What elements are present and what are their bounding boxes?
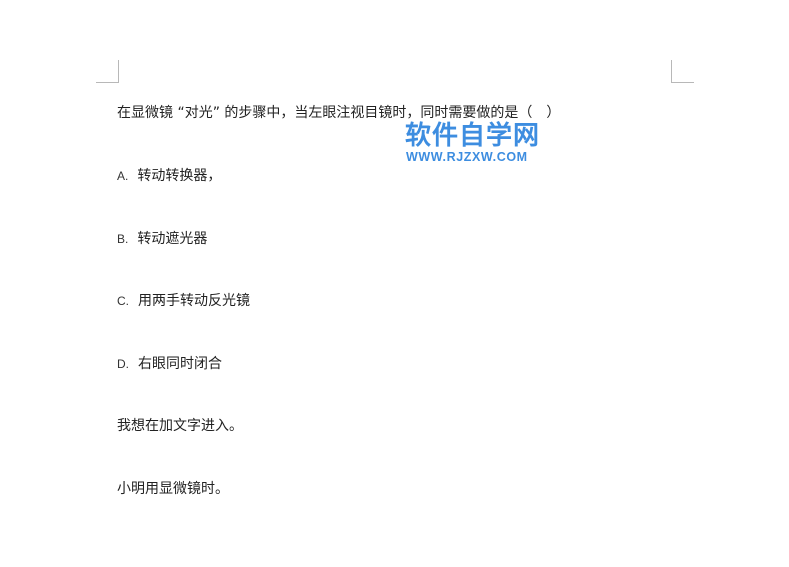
question-text: 在显微镜 “对光” 的步骤中，当左眼注视目镜时，同时需要做的是（ ）	[117, 105, 561, 121]
top-left-crop-mark	[96, 60, 119, 83]
paragraph-1[interactable]: 我想在加文字进入。	[117, 417, 243, 435]
option-c-text: 用两手转动反光镜	[138, 293, 250, 309]
paragraph-1-text: 我想在加文字进入。	[117, 418, 243, 434]
paragraph-2[interactable]: 小明用显微镜时。	[117, 480, 229, 498]
document-page: 在显微镜 “对光” 的步骤中，当左眼注视目镜时，同时需要做的是（ ） A. 转动转…	[0, 0, 789, 567]
watermark-url: WWW.RJZXW.COM	[406, 150, 528, 164]
paragraph-2-text: 小明用显微镜时。	[117, 481, 229, 497]
top-right-crop-mark	[671, 60, 694, 83]
option-b-letter: B.	[117, 232, 129, 246]
option-b[interactable]: B. 转动遮光器	[117, 230, 207, 248]
site-watermark: 软件自学网 WWW.RJZXW.COM	[405, 122, 555, 164]
option-a[interactable]: A. 转动转换器，	[117, 167, 221, 185]
option-c[interactable]: C. 用两手转动反光镜	[117, 292, 250, 310]
option-b-text: 转动遮光器	[137, 231, 208, 247]
watermark-title: 软件自学网	[405, 121, 541, 151]
option-a-text: 转动转换器，	[137, 168, 222, 184]
option-a-letter: A.	[117, 169, 129, 183]
question-line[interactable]: 在显微镜 “对光” 的步骤中，当左眼注视目镜时，同时需要做的是（ ）	[117, 104, 560, 122]
option-d-letter: D.	[117, 357, 129, 371]
option-c-letter: C.	[117, 294, 129, 308]
option-d[interactable]: D. 右眼同时闭合	[117, 355, 222, 373]
option-d-text: 右眼同时闭合	[138, 356, 222, 372]
